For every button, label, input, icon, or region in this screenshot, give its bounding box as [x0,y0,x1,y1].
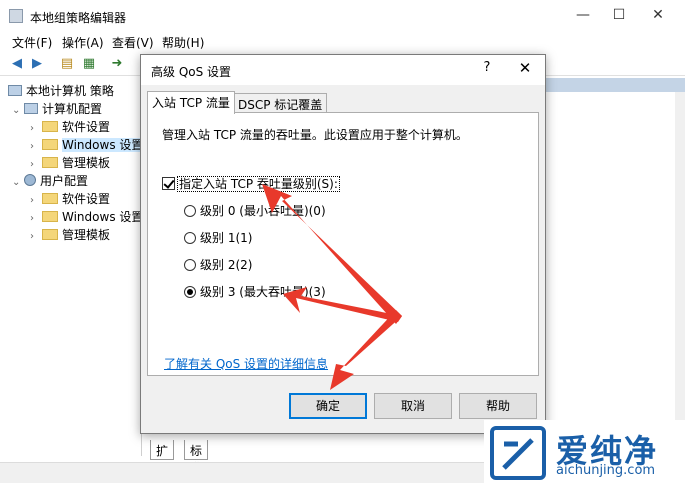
radio-button-icon[interactable] [184,259,196,271]
tree-item-windows-settings[interactable]: › Windows 设置 [30,136,144,154]
tree-item-label: 管理模板 [62,156,111,170]
tree-root-label: 本地计算机 策略 [26,84,114,98]
tree-item-label: 软件设置 [62,120,111,134]
help-button[interactable]: 帮助 [459,393,537,419]
minimize-button[interactable]: — [568,4,598,26]
tree-root[interactable]: 本地计算机 策略 [8,82,114,100]
window-title: 本地组策略编辑器 [30,11,127,25]
menu-bar: 文件(F) 操作(A) 查看(V) 帮助(H) [0,32,685,52]
menu-action[interactable]: 操作(A) [62,34,104,51]
radio-level-1[interactable]: 级别 1(1) [184,229,252,246]
throughput-checkbox[interactable]: 指定入站 TCP 吞吐量级别(S): [162,175,340,192]
radio-label[interactable]: 级别 3 (最大吞吐量)(3) [200,285,326,299]
chevron-down-icon[interactable]: ⌄ [12,105,24,116]
qos-help-link[interactable]: 了解有关 QoS 设置的详细信息 [164,355,328,372]
chevron-down-icon[interactable]: ⌄ [12,177,24,188]
cancel-button[interactable]: 取消 [374,393,452,419]
tree-computer-label: 计算机配置 [42,102,103,116]
folder-icon [42,229,58,240]
dialog-close-button[interactable]: ✕ [515,59,535,77]
tree-item-label: Windows 设置 [62,210,144,224]
radio-button-icon[interactable] [184,205,196,217]
policy-icon [8,85,22,96]
radio-label[interactable]: 级别 0 (最小吞吐量)(0) [200,204,326,218]
watermark-logo: 爱纯净 aichunjing.com [484,420,685,483]
chevron-right-icon[interactable]: › [30,231,42,242]
qos-dialog: 高级 QoS 设置 ? ✕ 入站 TCP 流量 DSCP 标记覆盖 管理入站 T… [140,54,546,434]
brand-logo-icon [490,426,546,480]
forward-icon[interactable]: ▶ [28,55,46,73]
export-icon[interactable]: ➜ [108,55,126,73]
folder-icon [42,157,58,168]
up-folder-icon[interactable]: ▤ [58,55,76,73]
help-icon[interactable]: ? [477,60,497,75]
radio-level-0[interactable]: 级别 0 (最小吞吐量)(0) [184,202,326,219]
tree-item-software[interactable]: › 软件设置 [30,118,110,136]
checkbox-checked-icon[interactable] [162,177,175,190]
menu-view[interactable]: 查看(V) [112,34,154,51]
radio-button-selected-icon[interactable] [184,286,196,298]
tree-item-admin-templates[interactable]: › 管理模板 [30,154,110,172]
chevron-right-icon[interactable]: › [30,159,42,170]
folder-icon [42,211,58,222]
back-icon[interactable]: ◀ [8,55,26,73]
radio-label[interactable]: 级别 2(2) [200,258,252,272]
menu-help[interactable]: 帮助(H) [162,34,204,51]
menu-file[interactable]: 文件(F) [12,34,52,51]
radio-button-icon[interactable] [184,232,196,244]
title-bar: 本地组策略编辑器 — ☐ ✕ [0,0,685,32]
radio-level-2[interactable]: 级别 2(2) [184,256,252,273]
panel-description: 管理入站 TCP 流量的吞吐量。此设置应用于整个计算机。 [162,128,468,142]
chevron-right-icon[interactable]: › [30,141,42,152]
tree-computer-config[interactable]: ⌄ 计算机配置 [12,100,102,118]
tree-user-config[interactable]: ⌄ 用户配置 [12,172,88,190]
tree-user-label: 用户配置 [40,174,89,188]
tab-inbound-tcp[interactable]: 入站 TCP 流量 [147,91,235,114]
tree-pane: 本地计算机 策略 ⌄ 计算机配置 › 软件设置 › Windows 设置 › 管理模板 … [0,76,144,456]
user-icon [24,174,36,186]
list-header [545,78,685,92]
radio-label[interactable]: 级别 1(1) [200,231,252,245]
ok-button[interactable]: 确定 [289,393,367,419]
dialog-title: 高级 QoS 设置 [151,65,232,79]
tree-item-label: 管理模板 [62,228,111,242]
checkbox-label[interactable]: 指定入站 TCP 吞吐量级别(S): [177,176,340,192]
radio-level-3[interactable]: 级别 3 (最大吞吐量)(3) [184,283,326,300]
tree-item-label: 软件设置 [62,192,111,206]
tree-item-user-admin[interactable]: › 管理模板 [30,226,110,244]
close-button[interactable]: ✕ [643,4,673,26]
show-tree-icon[interactable]: ▦ [80,55,98,73]
chevron-right-icon[interactable]: › [30,123,42,134]
tree-item-user-software[interactable]: › 软件设置 [30,190,110,208]
folder-icon [42,121,58,132]
tab-panel: 管理入站 TCP 流量的吞吐量。此设置应用于整个计算机。 指定入站 TCP 吞吐… [147,112,539,376]
chevron-right-icon[interactable]: › [30,195,42,206]
computer-icon [24,103,38,114]
watermark-url: aichunjing.com [556,463,656,478]
folder-icon [42,193,58,204]
vertical-scrollbar[interactable] [675,92,685,462]
chevron-right-icon[interactable]: › [30,213,42,224]
tab-standard[interactable]: 标准 [184,440,209,475]
tab-extended[interactable]: 扩展 [150,440,175,475]
maximize-button[interactable]: ☐ [604,4,634,26]
folder-icon [42,139,58,150]
tree-item-user-windows[interactable]: › Windows 设置 [30,208,143,226]
app-icon [9,9,23,23]
dialog-title-bar: 高级 QoS 设置 ? ✕ [141,55,545,85]
tab-dscp-override[interactable]: DSCP 标记覆盖 [233,93,328,113]
tree-item-label: Windows 设置 [62,138,144,152]
